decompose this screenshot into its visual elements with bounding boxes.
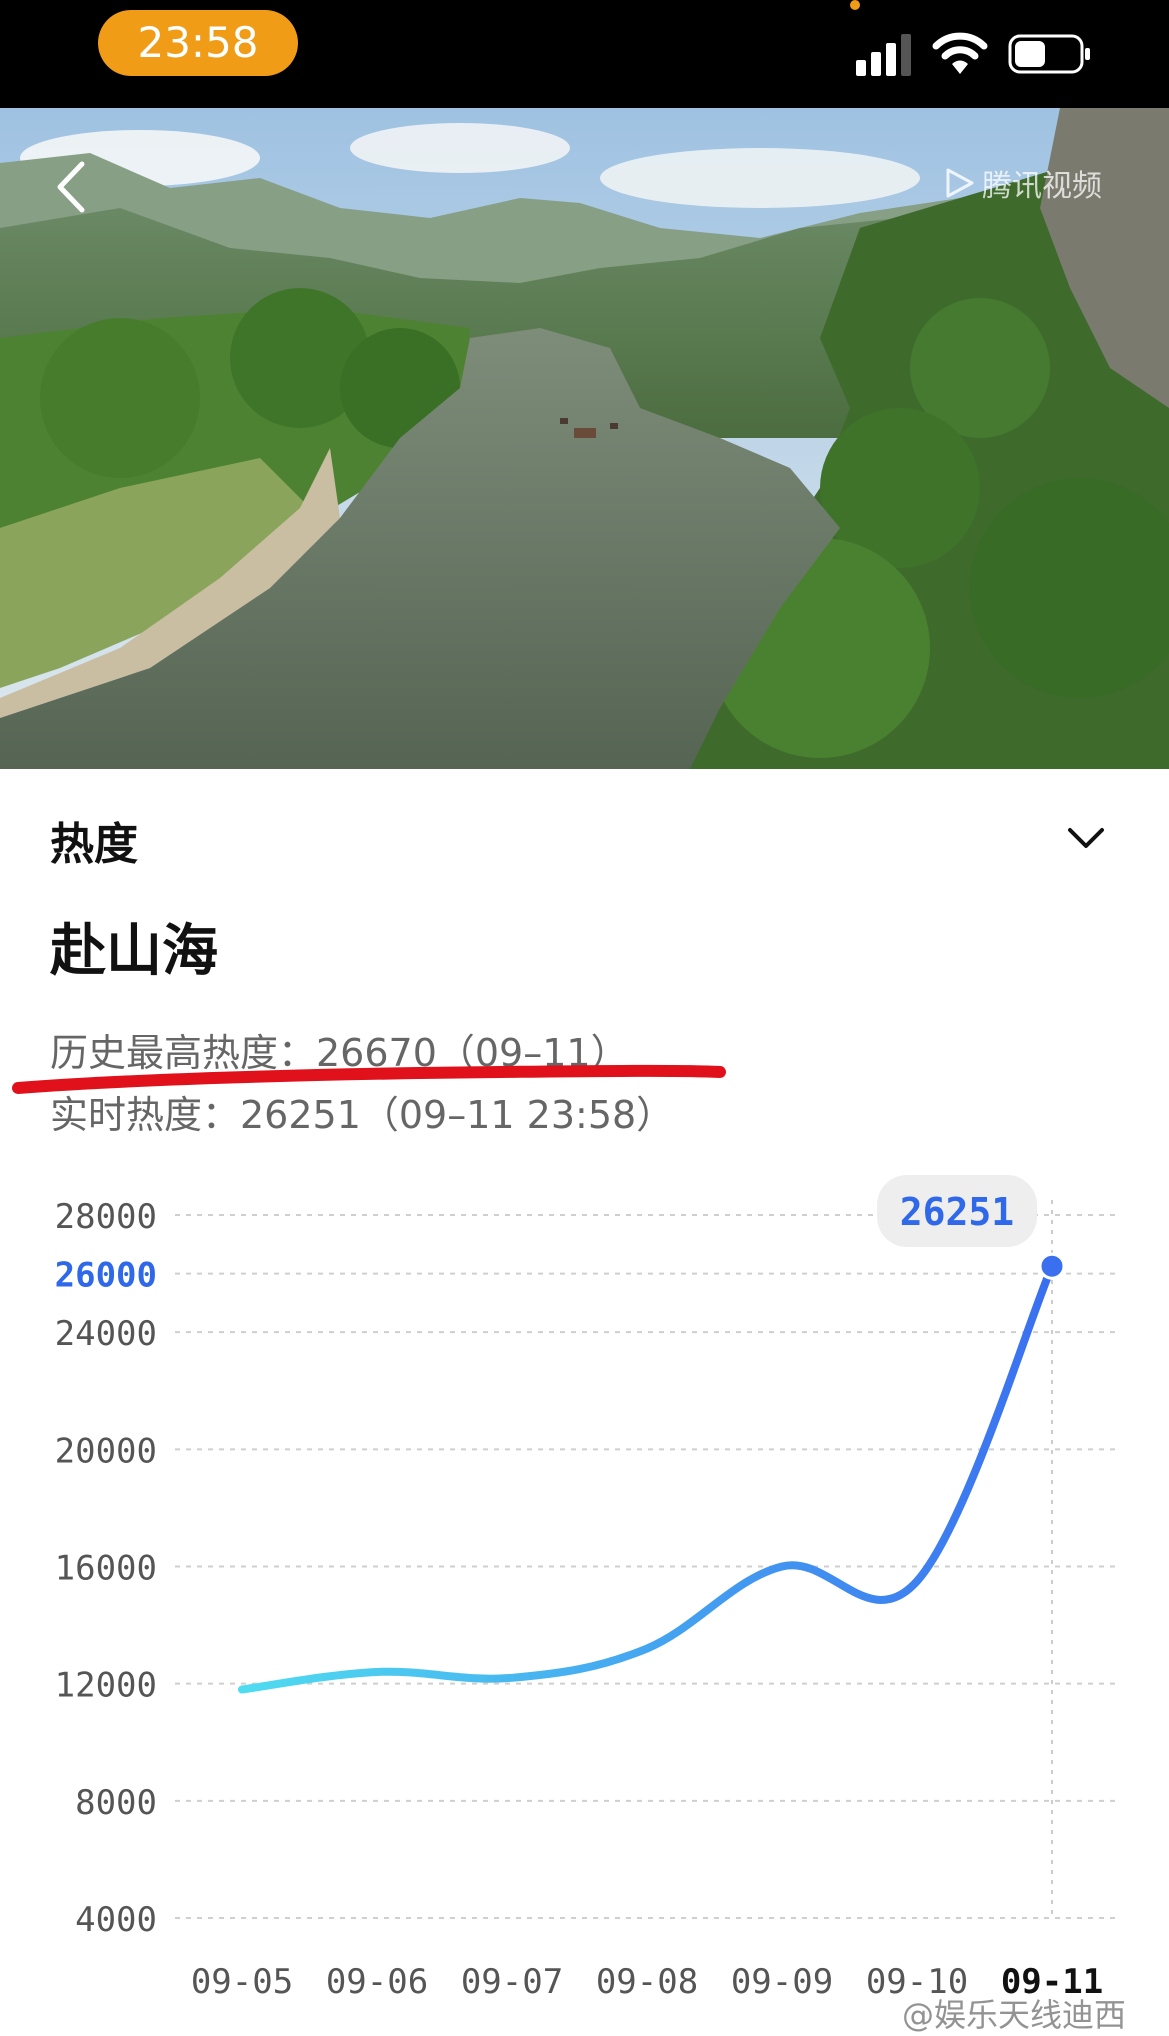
x-tick-label: 09-09 xyxy=(731,1962,833,2002)
y-tick-label: 4000 xyxy=(75,1900,157,1940)
y-tick-label: 28000 xyxy=(55,1197,157,1237)
callout-value: 26251 xyxy=(900,1190,1014,1234)
status-time[interactable]: 23:58 xyxy=(98,10,298,76)
section-title: 热度 xyxy=(50,819,138,870)
y-tick-label: 24000 xyxy=(55,1314,157,1354)
series-line xyxy=(238,1262,1056,1694)
tencent-video-logo-icon xyxy=(946,168,974,198)
chevron-down-icon[interactable] xyxy=(1062,818,1110,858)
back-button[interactable] xyxy=(42,152,98,222)
show-title: 赴山海 xyxy=(50,919,218,984)
data-point-marker[interactable] xyxy=(1038,1252,1066,1280)
y-tick-label: 12000 xyxy=(55,1666,157,1706)
value-callout: 26251 xyxy=(877,1175,1037,1247)
video-player[interactable]: 腾讯视频 xyxy=(0,108,1169,769)
y-tick-label: 26000 xyxy=(55,1256,157,1296)
x-tick-label: 09-08 xyxy=(596,1962,698,2002)
wifi-icon xyxy=(932,32,988,74)
watermark-text: 腾讯视频 xyxy=(982,169,1102,204)
x-tick-label: 09-06 xyxy=(326,1962,428,2002)
y-tick-label: 8000 xyxy=(75,1783,157,1823)
x-tick-label: 09-05 xyxy=(191,1962,293,2002)
realtime-heat: 实时热度：26251（09–11 23:58） xyxy=(50,1093,675,1137)
status-bar: 23:58 xyxy=(0,0,1169,108)
y-tick-label: 20000 xyxy=(55,1431,157,1471)
author-watermark: @娱乐天线迪西 xyxy=(902,1996,1127,2034)
recording-indicator-dot xyxy=(850,0,860,10)
x-tick-label: 09-07 xyxy=(461,1962,563,2002)
battery-icon xyxy=(1008,34,1090,74)
heat-line-chart: 28000 26000 24000 20000 16000 12000 8000 4000 0… xyxy=(55,1175,1115,2002)
cellular-signal-icon xyxy=(856,34,911,76)
y-tick-label: 16000 xyxy=(55,1549,157,1589)
tencent-video-watermark: 腾讯视频 xyxy=(942,158,1102,208)
